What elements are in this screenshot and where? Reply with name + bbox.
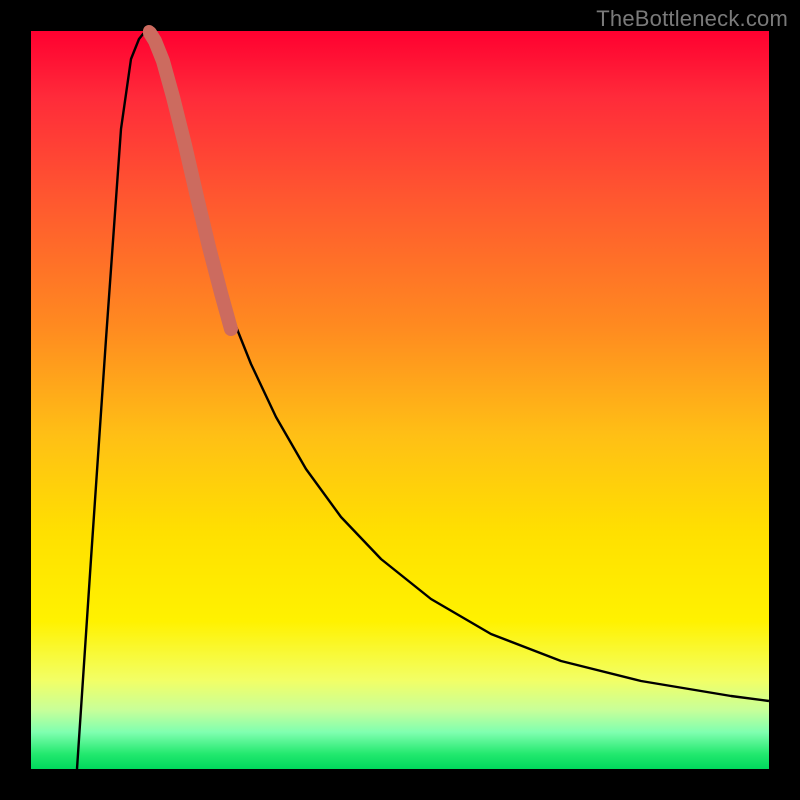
chart-frame: TheBottleneck.com bbox=[0, 0, 800, 800]
series-highlight-tail-dot bbox=[149, 31, 150, 33]
series-highlight-segment bbox=[150, 33, 231, 329]
plot-area bbox=[31, 31, 769, 769]
watermark-text: TheBottleneck.com bbox=[596, 6, 788, 32]
chart-svg bbox=[31, 31, 769, 769]
